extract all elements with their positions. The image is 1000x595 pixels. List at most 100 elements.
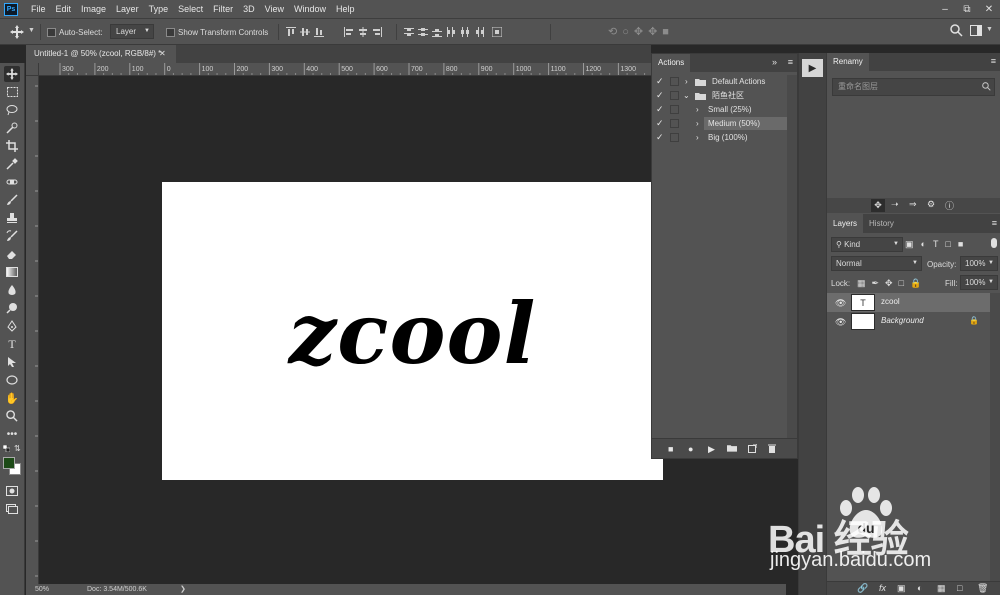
actions-scrollbar[interactable]: [787, 75, 797, 440]
settings-icon[interactable]: ⚙: [927, 199, 935, 210]
auto-select-checkbox[interactable]: [47, 28, 56, 37]
distribute-bottom-icon[interactable]: [432, 27, 442, 37]
3d-mode-icons[interactable]: ⟲○✥✥■: [608, 25, 674, 38]
eyedropper-tool-icon[interactable]: [4, 156, 20, 172]
move-tool-icon[interactable]: [4, 66, 20, 82]
swap-colors-icon[interactable]: ⇅: [14, 444, 21, 453]
puppet-icon[interactable]: ✥: [871, 199, 885, 212]
action-item-big[interactable]: ✓ › Big (100%): [652, 131, 787, 144]
action-enabled-check-icon[interactable]: ✓: [656, 103, 664, 116]
status-menu-chevron-icon[interactable]: ❯: [180, 584, 186, 595]
adjustment-layer-icon[interactable]: ◐: [917, 583, 922, 593]
actions-panel-icon[interactable]: ▶: [802, 59, 823, 77]
tab-renamy[interactable]: Renamy: [827, 53, 869, 71]
arrow-right-icon[interactable]: ➝: [891, 199, 899, 210]
hand-tool-icon[interactable]: ✋: [4, 390, 20, 406]
marquee-tool-icon[interactable]: [4, 84, 20, 100]
filter-toggle[interactable]: [991, 238, 997, 248]
align-bottom-icon[interactable]: [314, 27, 324, 37]
crop-tool-icon[interactable]: [4, 138, 20, 154]
expand-chevron-icon[interactable]: ›: [696, 117, 699, 130]
brush-tool-icon[interactable]: [4, 192, 20, 208]
quick-mask-icon[interactable]: [4, 483, 20, 499]
collapse-panel-icon[interactable]: »: [772, 57, 777, 67]
menu-file[interactable]: File: [26, 0, 51, 18]
panel-menu-icon[interactable]: ≡: [991, 56, 996, 66]
collapse-chevron-icon[interactable]: ⌄: [683, 89, 690, 102]
close-button[interactable]: ✕: [978, 0, 1000, 18]
move-tool-icon[interactable]: [10, 25, 24, 39]
stop-icon[interactable]: ■: [668, 444, 673, 454]
distribute-vcenter-icon[interactable]: [418, 27, 428, 37]
menu-view[interactable]: View: [260, 0, 289, 18]
layer-filter-dropdown[interactable]: ⚲ Kind ▼: [831, 237, 903, 252]
action-enabled-check-icon[interactable]: ✓: [656, 89, 664, 102]
distribute-left-icon[interactable]: [446, 27, 456, 37]
action-item-small[interactable]: ✓ › Small (25%): [652, 103, 787, 116]
tool-preset-chevron-icon[interactable]: ▼: [28, 27, 35, 34]
lasso-tool-icon[interactable]: [4, 102, 20, 118]
visibility-eye-icon[interactable]: 👁: [835, 317, 846, 328]
link-layers-icon[interactable]: 🔗: [857, 583, 868, 594]
distribute-top-icon[interactable]: [404, 27, 414, 37]
panel-menu-icon[interactable]: ≡: [992, 218, 997, 228]
delete-layer-icon[interactable]: 🗑: [977, 583, 988, 594]
new-layer-icon[interactable]: □: [957, 583, 962, 593]
foreground-color-swatch[interactable]: [3, 457, 15, 469]
quick-select-tool-icon[interactable]: [4, 120, 20, 136]
dialog-toggle-box[interactable]: [670, 91, 679, 100]
zoom-tool-icon[interactable]: [4, 408, 20, 424]
expand-chevron-icon[interactable]: ›: [696, 103, 699, 116]
auto-align-layers-icon[interactable]: [492, 27, 502, 37]
gradient-tool-icon[interactable]: [4, 264, 20, 280]
dodge-tool-icon[interactable]: [4, 300, 20, 316]
workspace-icon[interactable]: [970, 25, 982, 36]
clone-stamp-tool-icon[interactable]: [4, 210, 20, 226]
fill-input[interactable]: 100% ▼: [960, 275, 998, 290]
align-top-icon[interactable]: [286, 27, 296, 37]
menu-help[interactable]: Help: [331, 0, 360, 18]
play-icon[interactable]: ▶: [708, 444, 715, 455]
search-icon[interactable]: [950, 24, 963, 37]
close-document-icon[interactable]: ✕: [159, 49, 166, 58]
tab-layers[interactable]: Layers: [827, 214, 864, 233]
blur-tool-icon[interactable]: [4, 282, 20, 298]
pen-tool-icon[interactable]: [4, 318, 20, 334]
expand-chevron-icon[interactable]: ›: [685, 75, 688, 88]
document-tab[interactable]: Untitled-1 @ 50% (zcool, RGB/8#) *: [26, 45, 176, 63]
dialog-toggle-box[interactable]: [670, 77, 679, 86]
menu-select[interactable]: Select: [173, 0, 208, 18]
rename-layer-input[interactable]: 重命名图层: [832, 78, 995, 96]
minimize-button[interactable]: –: [934, 0, 956, 18]
align-hcenter-icon[interactable]: [358, 27, 368, 37]
search-icon[interactable]: [982, 82, 991, 91]
menu-layer[interactable]: Layer: [111, 0, 144, 18]
show-transform-checkbox[interactable]: [166, 28, 175, 37]
history-brush-tool-icon[interactable]: [4, 228, 20, 244]
distribute-right-icon[interactable]: [474, 27, 484, 37]
menu-3d[interactable]: 3D: [238, 0, 260, 18]
action-enabled-check-icon[interactable]: ✓: [656, 117, 664, 130]
expand-chevron-icon[interactable]: ›: [696, 131, 699, 144]
auto-select-target-dropdown[interactable]: Layer ▼: [110, 24, 154, 39]
healing-brush-tool-icon[interactable]: [4, 174, 20, 190]
export-icon[interactable]: ⇒: [909, 199, 917, 210]
menu-image[interactable]: Image: [76, 0, 111, 18]
align-left-icon[interactable]: [344, 27, 354, 37]
action-item-medium[interactable]: ✓ › Medium (50%): [652, 117, 787, 130]
align-vcenter-icon[interactable]: [300, 27, 310, 37]
default-colors-icon[interactable]: [3, 445, 10, 452]
layer-filter-icons[interactable]: ▣◐T□■: [905, 239, 970, 250]
screen-mode-icon[interactable]: [4, 501, 20, 517]
delete-icon[interactable]: [768, 444, 776, 453]
new-group-icon[interactable]: ▦: [937, 583, 946, 594]
zoom-level[interactable]: 50%: [35, 584, 49, 595]
menu-window[interactable]: Window: [289, 0, 331, 18]
layer-name[interactable]: Background: [881, 316, 924, 325]
document-canvas[interactable]: zcool: [162, 182, 663, 480]
align-right-icon[interactable]: [372, 27, 382, 37]
tab-history[interactable]: History: [863, 214, 900, 233]
tab-actions[interactable]: Actions: [652, 54, 691, 72]
menu-filter[interactable]: Filter: [208, 0, 238, 18]
more-tools-icon[interactable]: •••: [4, 426, 20, 442]
